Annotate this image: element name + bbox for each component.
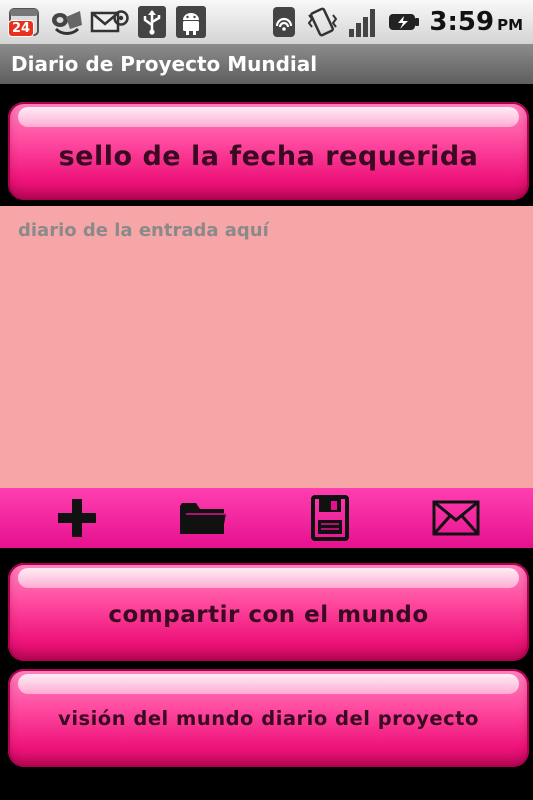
voicemail-icon: [48, 5, 84, 39]
android-debug-icon: [174, 5, 208, 39]
battery-icon: [387, 5, 421, 39]
button-gloss: [18, 674, 519, 694]
clock-time: 3:59: [429, 7, 495, 37]
status-clock: 3:59 PM: [429, 7, 523, 37]
entry-toolbar: [0, 488, 533, 548]
notification-icons: 24: [0, 0, 208, 44]
date-stamp-button[interactable]: sello de la fecha requerida: [8, 102, 529, 200]
button-gloss: [18, 568, 519, 588]
add-entry-button[interactable]: [45, 492, 109, 544]
folder-icon: [180, 503, 227, 534]
share-with-world-button[interactable]: compartir con el mundo: [8, 563, 529, 661]
calendar-badge: 24: [8, 20, 35, 37]
app-title: Diario de Proyecto Mundial: [11, 52, 318, 76]
phone-screen: 24 3:59 PM Diario de Proyecto Mundial se…: [0, 0, 533, 800]
calendar-icon: 24: [6, 5, 42, 39]
save-entry-button[interactable]: [298, 492, 362, 544]
share-label: compartir con el mundo: [108, 602, 429, 628]
vibrate-icon: [305, 5, 339, 39]
app-title-bar: Diario de Proyecto Mundial: [0, 44, 533, 84]
journal-entry-input[interactable]: [0, 206, 533, 488]
email-icon: [90, 5, 130, 39]
add-icon: [58, 499, 97, 537]
email-entry-button[interactable]: [424, 492, 488, 544]
world-journal-label: visión del mundo diario del proyecto: [58, 706, 479, 730]
world-journal-view-button[interactable]: visión del mundo diario del proyecto: [8, 669, 529, 767]
status-bar: 24 3:59 PM: [0, 0, 533, 44]
mail-icon: [432, 500, 480, 536]
open-folder-button[interactable]: [171, 492, 235, 544]
clock-ampm: PM: [497, 16, 523, 34]
signal-icon: [347, 5, 379, 39]
sync-icon: [271, 5, 297, 39]
button-gloss: [18, 107, 519, 127]
usb-icon: [136, 5, 168, 39]
system-icons: 3:59 PM: [271, 0, 533, 44]
date-stamp-label: sello de la fecha requerida: [58, 140, 479, 172]
save-icon: [310, 495, 349, 541]
